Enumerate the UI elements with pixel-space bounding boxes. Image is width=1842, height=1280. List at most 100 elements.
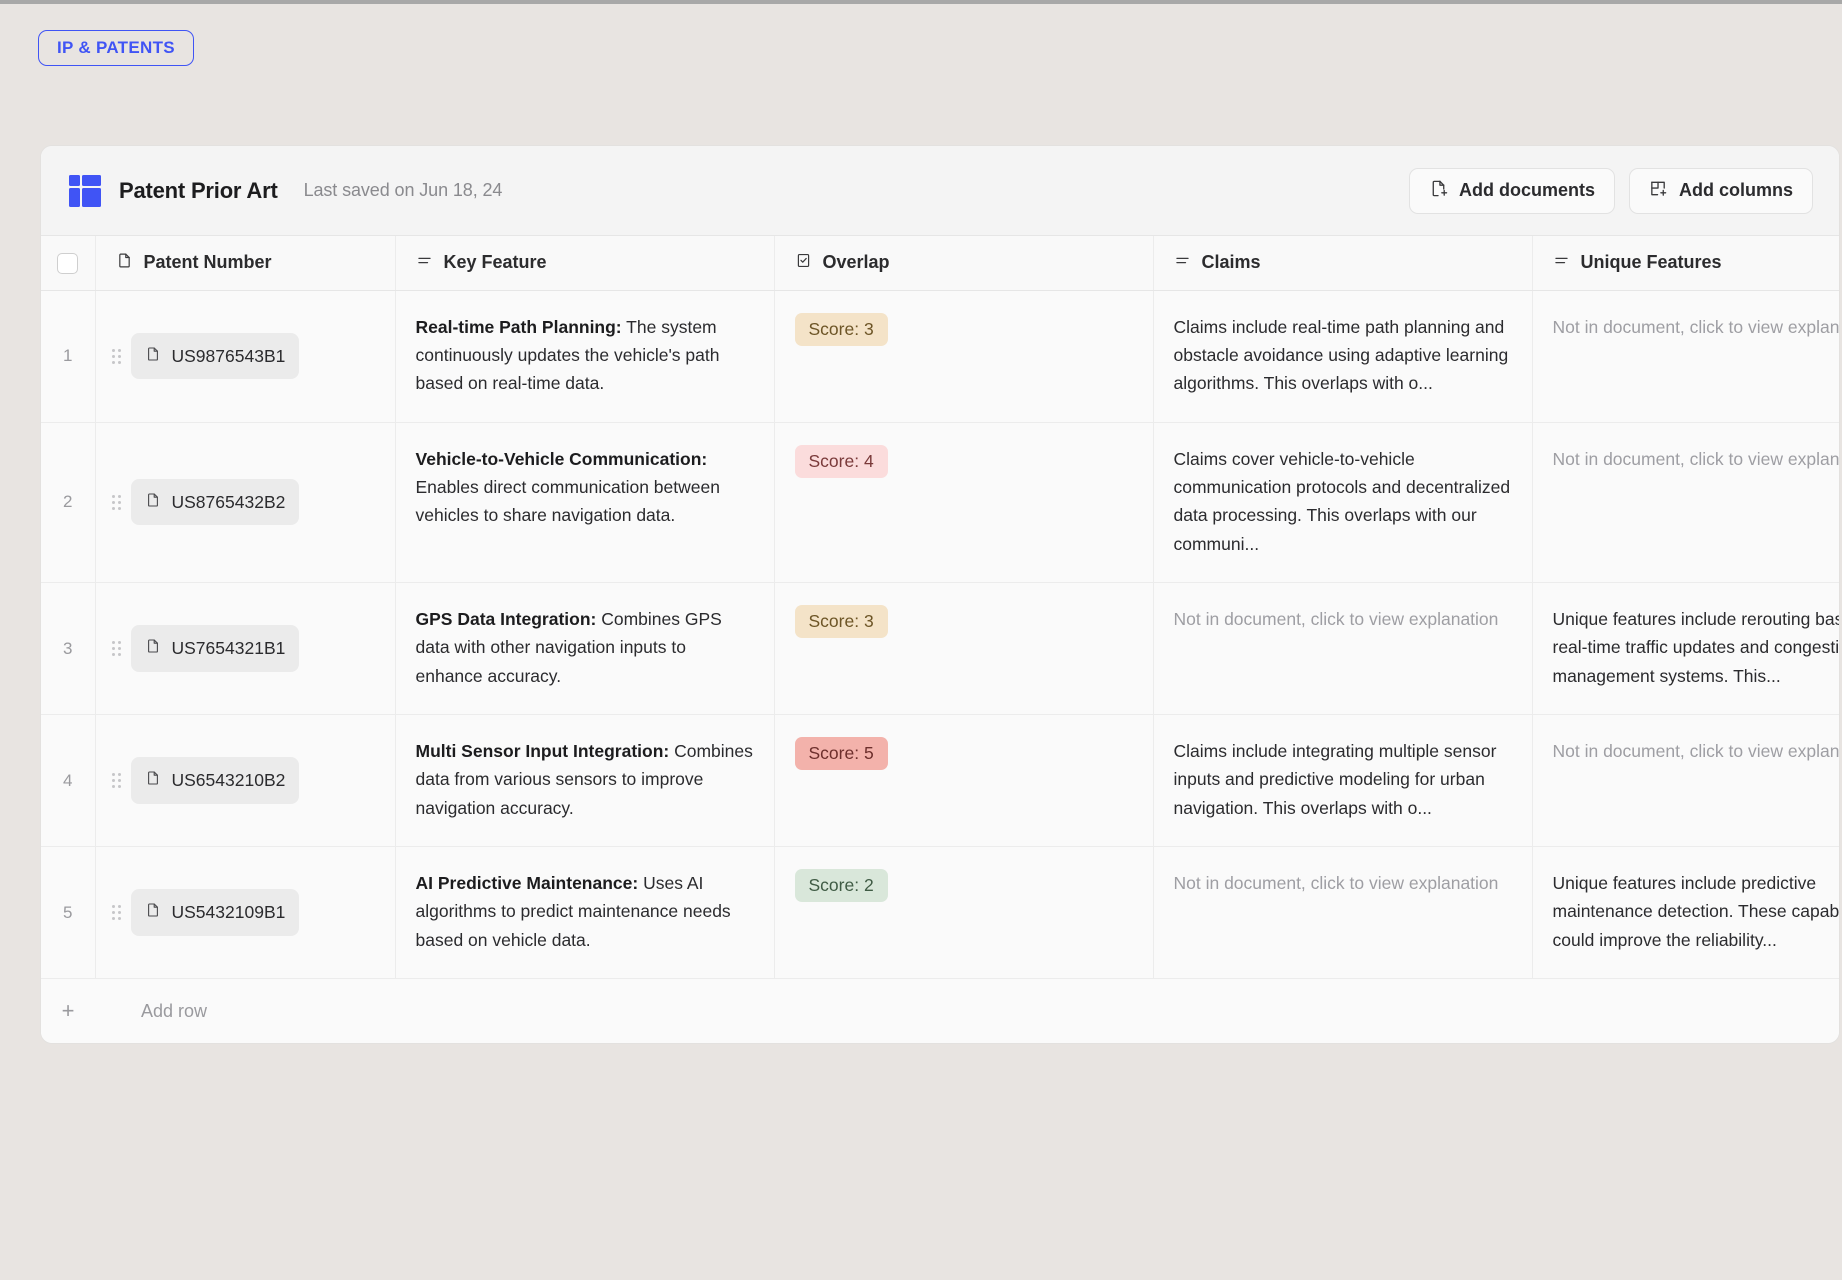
overlap-cell[interactable]: Score: 4 bbox=[774, 422, 1154, 583]
patent-number-cell[interactable]: US6543210B2 bbox=[95, 714, 396, 847]
column-header-label: Patent Number bbox=[143, 252, 272, 273]
unique-features-cell[interactable]: Unique features include predictive maint… bbox=[1532, 846, 1839, 979]
claims-cell[interactable]: Claims include real-time path planning a… bbox=[1153, 290, 1533, 423]
table-row[interactable]: 3 US7654321B1 GPS Data Integration: Combin… bbox=[41, 582, 1839, 715]
key-feature-cell[interactable]: AI Predictive Maintenance: Uses AI algor… bbox=[395, 846, 775, 979]
unique-features-cell[interactable]: Not in document, click to view explanati… bbox=[1532, 422, 1839, 583]
key-feature-body: Enables direct communication between veh… bbox=[415, 476, 720, 526]
row-index: 2 bbox=[41, 422, 96, 583]
claims-cell[interactable]: Not in document, click to view explanati… bbox=[1153, 846, 1533, 979]
key-feature-title: GPS Data Integration: bbox=[415, 608, 597, 629]
patent-table: Patent Number Key Feature Overlap Claims… bbox=[41, 236, 1839, 979]
add-row-label[interactable]: Add row bbox=[95, 1001, 207, 1022]
select-all-header bbox=[41, 236, 96, 291]
unique-features-cell[interactable]: Unique features include rerouting based … bbox=[1532, 582, 1839, 715]
row-index: 3 bbox=[41, 582, 96, 715]
patent-number-text: US7654321B1 bbox=[171, 638, 286, 659]
text-lines-icon bbox=[1553, 252, 1570, 274]
file-icon bbox=[145, 898, 161, 926]
patent-number-chip[interactable]: US6543210B2 bbox=[130, 757, 300, 804]
last-saved-status: Last saved on Jun 18, 24 bbox=[303, 180, 503, 200]
patent-number-cell[interactable]: US8765432B2 bbox=[95, 422, 396, 583]
column-header-patent-number[interactable]: Patent Number bbox=[95, 236, 396, 291]
patent-number-text: US6543210B2 bbox=[171, 770, 286, 791]
file-icon bbox=[145, 488, 161, 516]
plus-icon[interactable]: + bbox=[41, 1000, 95, 1022]
status-badge: Score: 2 bbox=[794, 868, 888, 903]
status-badge: Score: 5 bbox=[794, 736, 888, 771]
patent-table-card: Patent Prior Art Last saved on Jun 18, 2… bbox=[40, 145, 1840, 1044]
column-header-label: Unique Features bbox=[1580, 252, 1722, 273]
file-icon bbox=[145, 342, 161, 370]
table-row[interactable]: 4 US6543210B2 Multi Sensor Input Integrati… bbox=[41, 714, 1839, 847]
table-scroll-region[interactable]: Patent Number Key Feature Overlap Claims… bbox=[41, 236, 1839, 979]
claims-cell[interactable]: Claims include integrating multiple sens… bbox=[1153, 714, 1533, 847]
table-header-row: Patent Number Key Feature Overlap Claims… bbox=[41, 236, 1839, 291]
file-icon bbox=[116, 252, 133, 274]
key-feature-cell[interactable]: GPS Data Integration: Combines GPS data … bbox=[395, 582, 775, 715]
overlap-cell[interactable]: Score: 3 bbox=[774, 582, 1154, 715]
add-columns-button[interactable]: Add columns bbox=[1628, 167, 1813, 214]
table-row[interactable]: 2 US8765432B2 Vehicle-to-Vehicle Communica… bbox=[41, 422, 1839, 583]
add-columns-label: Add columns bbox=[1678, 180, 1793, 200]
row-index: 4 bbox=[41, 714, 96, 847]
status-badge: Score: 3 bbox=[794, 604, 888, 639]
drag-handle-icon[interactable] bbox=[111, 494, 121, 510]
add-documents-button[interactable]: Add documents bbox=[1408, 167, 1615, 214]
claims-cell[interactable]: Claims cover vehicle-to-vehicle communic… bbox=[1153, 422, 1533, 583]
card-header: Patent Prior Art Last saved on Jun 18, 2… bbox=[41, 146, 1839, 236]
file-icon bbox=[145, 634, 161, 662]
claims-cell[interactable]: Not in document, click to view explanati… bbox=[1153, 582, 1533, 715]
drag-handle-icon[interactable] bbox=[111, 640, 121, 656]
breadcrumb-pill-ip-patents[interactable]: IP & PATENTS bbox=[38, 30, 194, 66]
row-index: 5 bbox=[41, 846, 96, 979]
column-plus-icon bbox=[1649, 179, 1668, 203]
window-top-strip bbox=[0, 0, 1842, 4]
page-title: Patent Prior Art bbox=[119, 177, 278, 203]
table-header: Patent Number Key Feature Overlap Claims… bbox=[41, 236, 1839, 291]
patent-number-chip[interactable]: US5432109B1 bbox=[130, 889, 300, 936]
table-body: 1 US9876543B1 Real-time Path Planning: The… bbox=[41, 290, 1839, 979]
add-documents-label: Add documents bbox=[1458, 180, 1595, 200]
unique-features-cell[interactable]: Not in document, click to view explanati… bbox=[1532, 290, 1839, 423]
drag-handle-icon[interactable] bbox=[111, 904, 121, 920]
file-plus-icon bbox=[1429, 179, 1448, 203]
key-feature-cell[interactable]: Real-time Path Planning: The system cont… bbox=[395, 290, 775, 423]
file-icon bbox=[145, 766, 161, 794]
patent-number-text: US9876543B1 bbox=[171, 345, 286, 366]
column-header-overlap[interactable]: Overlap bbox=[774, 236, 1154, 291]
patent-number-cell[interactable]: US7654321B1 bbox=[95, 582, 396, 715]
row-index: 1 bbox=[41, 290, 96, 423]
overlap-cell[interactable]: Score: 5 bbox=[774, 714, 1154, 847]
patent-number-chip[interactable]: US9876543B1 bbox=[130, 332, 300, 380]
patent-number-cell[interactable]: US5432109B1 bbox=[95, 846, 396, 979]
table-row[interactable]: 5 US5432109B1 AI Predictive Maintenance: U… bbox=[41, 846, 1839, 979]
column-header-claims[interactable]: Claims bbox=[1153, 236, 1533, 291]
column-header-unique-features[interactable]: Unique Features bbox=[1532, 236, 1839, 291]
patent-number-text: US5432109B1 bbox=[171, 902, 286, 923]
text-lines-icon bbox=[1174, 252, 1191, 274]
overlap-cell[interactable]: Score: 3 bbox=[774, 290, 1154, 423]
drag-handle-icon[interactable] bbox=[111, 772, 121, 788]
column-header-key-feature[interactable]: Key Feature bbox=[395, 236, 775, 291]
key-feature-title: Multi Sensor Input Integration: bbox=[415, 740, 670, 761]
drag-handle-icon[interactable] bbox=[111, 348, 121, 364]
patent-number-chip[interactable]: US8765432B2 bbox=[130, 479, 300, 526]
text-lines-icon bbox=[416, 252, 433, 274]
column-header-label: Claims bbox=[1201, 252, 1261, 273]
patent-number-chip[interactable]: US7654321B1 bbox=[130, 625, 300, 672]
key-feature-title: Real-time Path Planning: bbox=[415, 316, 622, 337]
breadcrumb: IP & PATENTS bbox=[38, 30, 194, 66]
grid-table-icon bbox=[69, 174, 101, 207]
table-row[interactable]: 1 US9876543B1 Real-time Path Planning: The… bbox=[41, 290, 1839, 423]
status-badge: Score: 4 bbox=[794, 444, 888, 479]
patent-number-text: US8765432B2 bbox=[171, 492, 286, 513]
header-actions: Add documents Add columns bbox=[1408, 167, 1813, 214]
key-feature-cell[interactable]: Multi Sensor Input Integration: Combines… bbox=[395, 714, 775, 847]
add-row-bar[interactable]: + Add row bbox=[41, 979, 1839, 1043]
select-all-checkbox[interactable] bbox=[57, 252, 79, 274]
key-feature-cell[interactable]: Vehicle-to-Vehicle Communication: Enable… bbox=[395, 422, 775, 583]
overlap-cell[interactable]: Score: 2 bbox=[774, 846, 1154, 979]
patent-number-cell[interactable]: US9876543B1 bbox=[95, 290, 396, 423]
unique-features-cell[interactable]: Not in document, click to view explanati… bbox=[1532, 714, 1839, 847]
